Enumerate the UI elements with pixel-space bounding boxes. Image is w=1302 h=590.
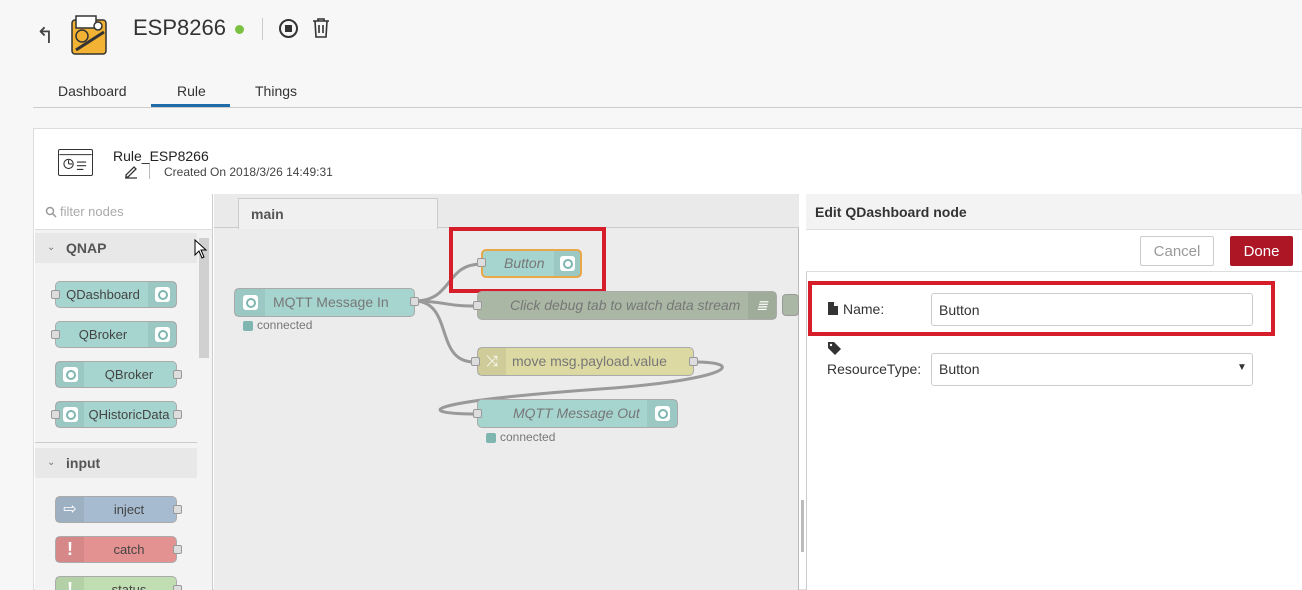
edit-panel-button-bar	[806, 230, 1302, 272]
debug-toggle-button[interactable]	[782, 294, 799, 316]
exclamation-icon: !	[56, 537, 84, 562]
tab-dashboard[interactable]: Dashboard	[58, 83, 127, 99]
palette-node-label: status	[111, 582, 147, 590]
resource-type-select[interactable]: Button	[931, 353, 1253, 386]
flow-node-mqtt-out[interactable]: MQTT Message Out	[477, 399, 678, 428]
back-arrow-icon[interactable]: ↰	[36, 24, 54, 49]
flow-node-label: MQTT Message In	[273, 294, 389, 310]
palette-node-label: QBroker	[78, 327, 128, 342]
done-button[interactable]: Done	[1230, 236, 1293, 266]
node-input-port[interactable]	[51, 290, 60, 299]
node-input-port[interactable]	[473, 409, 482, 418]
palette-node-inject[interactable]: ⇨ inject	[55, 496, 177, 523]
category-input-header[interactable]: ⌄ input	[35, 448, 197, 478]
name-input[interactable]	[931, 293, 1253, 326]
node-output-port[interactable]	[173, 505, 182, 514]
trash-icon[interactable]	[311, 17, 331, 39]
flow-node-mqtt-in[interactable]: MQTT Message In	[234, 288, 415, 317]
rule-window-icon	[58, 149, 93, 176]
palette-node-status[interactable]: ! status	[55, 576, 177, 590]
status-indicator	[486, 433, 496, 443]
resource-type-label: ResourceType:	[827, 361, 922, 377]
flow-node-label: Button	[504, 255, 545, 271]
debug-list-icon: ≣	[748, 292, 776, 319]
workspace-scrollbar[interactable]	[801, 500, 804, 552]
search-icon	[45, 206, 57, 218]
qnap-icon	[235, 289, 265, 316]
tab-main[interactable]: main	[238, 198, 438, 229]
status-text: connected	[500, 430, 556, 444]
flow-node-change[interactable]: ⤨ move msg.payload.value	[477, 347, 694, 376]
tag-icon	[828, 342, 841, 355]
category-input-label: input	[66, 455, 101, 471]
rule-meta-divider	[149, 164, 150, 179]
file-icon	[828, 302, 838, 315]
active-tab-indicator	[151, 104, 230, 107]
palette-node-label: catch	[113, 542, 145, 557]
status-indicator	[243, 321, 253, 331]
node-input-port[interactable]	[51, 330, 60, 339]
palette-node-qdashboard[interactable]: QDashboard	[55, 281, 177, 308]
node-output-port[interactable]	[173, 585, 182, 590]
edit-icon[interactable]	[123, 164, 139, 180]
node-input-port[interactable]	[51, 410, 60, 419]
rule-name: Rule_ESP8266	[113, 148, 209, 164]
node-output-port[interactable]	[410, 297, 419, 306]
chevron-down-icon: ⌄	[47, 457, 56, 468]
palette-node-catch[interactable]: ! catch	[55, 536, 177, 563]
node-output-port[interactable]	[173, 370, 182, 379]
qnap-icon	[148, 282, 176, 307]
palette-node-label: QHistoricData	[88, 407, 170, 422]
name-label: Name:	[843, 301, 885, 317]
palette-node-label: inject	[113, 502, 145, 517]
status-text: connected	[257, 318, 313, 332]
chevron-down-icon: ⌄	[47, 242, 56, 253]
qnap-icon	[148, 322, 176, 347]
category-qnap-label: QNAP	[66, 240, 107, 256]
flow-node-label: Click debug tab to watch data stream	[510, 297, 741, 313]
palette-node-qbroker-in[interactable]: QBroker	[55, 321, 177, 348]
node-input-port[interactable]	[471, 357, 480, 366]
qnap-icon	[554, 251, 580, 276]
node-output-port[interactable]	[173, 410, 182, 419]
exclamation-icon: !	[56, 577, 84, 590]
page-title: ESP8266	[133, 15, 226, 40]
shuffle-icon: ⤨	[478, 348, 506, 375]
inject-arrow-icon: ⇨	[56, 497, 84, 522]
caret-down-icon: ▼	[1237, 362, 1247, 373]
node-output-port[interactable]	[689, 357, 698, 366]
flow-node-button[interactable]: Button	[481, 249, 582, 278]
mouse-cursor-icon	[194, 239, 208, 259]
flow-node-debug[interactable]: Click debug tab to watch data stream ≣	[477, 291, 777, 320]
flow-node-label: move msg.payload.value	[512, 353, 667, 369]
tab-things[interactable]: Things	[255, 83, 297, 99]
cancel-button[interactable]: Cancel	[1140, 236, 1214, 266]
category-divider	[35, 442, 197, 443]
qnap-icon	[56, 362, 84, 387]
filter-nodes-placeholder: filter nodes	[60, 204, 124, 219]
edit-panel-title: Edit QDashboard node	[815, 204, 967, 220]
qnap-icon	[56, 402, 84, 427]
app-logo-icon	[71, 15, 107, 55]
flow-node-label: MQTT Message Out	[513, 405, 640, 421]
header-divider	[262, 18, 263, 40]
node-output-port[interactable]	[173, 545, 182, 554]
palette-node-qbroker-out[interactable]: QBroker	[55, 361, 177, 388]
palette-node-label: QDashboard	[66, 287, 140, 302]
online-status-dot	[235, 25, 244, 34]
node-input-port[interactable]	[473, 301, 482, 310]
palette-node-label: QBroker	[104, 367, 154, 382]
stop-icon[interactable]	[279, 19, 298, 38]
tab-rule[interactable]: Rule	[177, 83, 206, 99]
node-input-port[interactable]	[477, 258, 486, 267]
tabs-divider	[33, 107, 1302, 108]
palette-node-qhistoricdata[interactable]: QHistoricData	[55, 401, 177, 428]
category-qnap-header[interactable]: ⌄ QNAP	[35, 233, 197, 263]
qnap-icon	[647, 400, 677, 427]
created-timestamp: Created On 2018/3/26 14:49:31	[164, 165, 333, 179]
